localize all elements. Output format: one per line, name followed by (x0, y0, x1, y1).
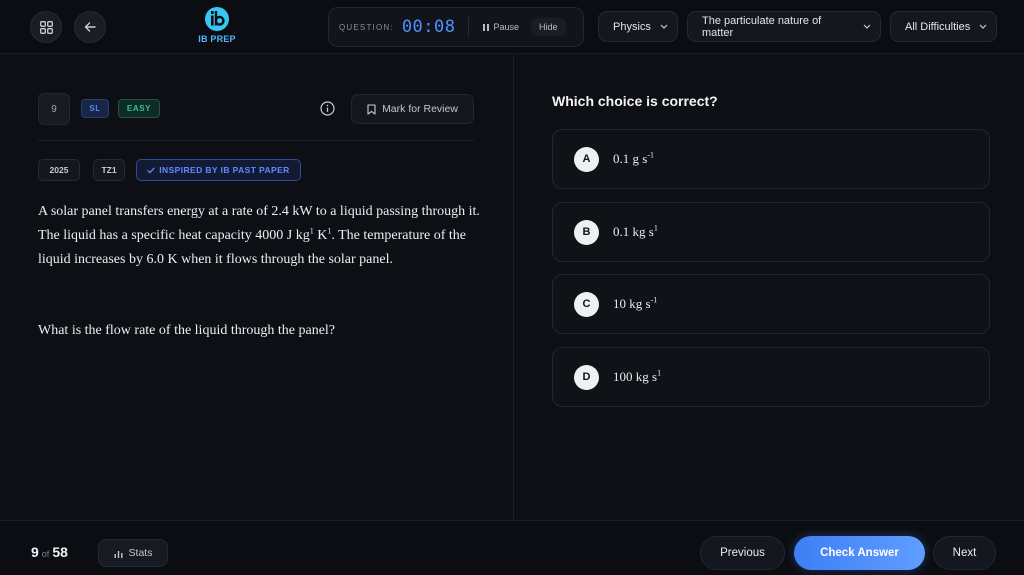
question-timer: QUESTION: 00:08 Pause Hide (328, 7, 584, 47)
next-button[interactable]: Next (933, 536, 996, 570)
question-number: 9 (38, 93, 70, 125)
level-badge: SL (81, 99, 109, 118)
choice-exponent: -1 (650, 295, 658, 305)
choice-letter: C (574, 291, 599, 317)
previous-button[interactable]: Previous (700, 536, 785, 570)
stem-text: K (313, 228, 328, 243)
progress-current: 9 (31, 544, 39, 560)
chevron-down-icon (979, 24, 987, 29)
grid-icon (39, 20, 53, 34)
stats-button[interactable]: Stats (98, 539, 168, 567)
choice-value: 0.1 g s (613, 151, 648, 166)
question-ask: What is the flow rate of the liquid thro… (38, 323, 336, 338)
subject-select[interactable]: Physics (598, 11, 678, 42)
back-button[interactable] (74, 11, 106, 43)
hide-label: Hide (539, 22, 558, 32)
chevron-down-icon (660, 24, 668, 29)
progress-total: 58 (52, 544, 68, 560)
stats-label: Stats (128, 547, 153, 559)
topic-select[interactable]: The particulate nature of matter (687, 11, 881, 42)
question-panel: 9 SL EASY Mark for Review 2025 TZ1 INSPI… (0, 55, 513, 520)
choice-text: 0.1 kg s1 (613, 224, 658, 240)
timezone-badge: TZ1 (93, 159, 125, 181)
bottom-bar: 9 of 58 Stats Previous Check Answer Next (0, 520, 1024, 575)
choice-a[interactable]: A 0.1 g s-1 (552, 129, 990, 189)
check-icon (147, 167, 155, 173)
choice-text: 100 kg s1 (613, 369, 661, 385)
year-badge: 2025 (38, 159, 80, 181)
chevron-down-icon (863, 24, 871, 29)
source-badge-label: INSPIRED BY IB PAST PAPER (159, 165, 290, 175)
check-answer-button[interactable]: Check Answer (794, 536, 925, 570)
mark-for-review-label: Mark for Review (382, 103, 458, 115)
progress-of: of (41, 549, 50, 559)
choice-b[interactable]: B 0.1 kg s1 (552, 202, 990, 262)
question-stem: A solar panel transfers energy at a rate… (38, 200, 488, 272)
choice-letter: D (574, 364, 599, 390)
grid-menu-button[interactable] (30, 11, 62, 43)
difficulty-badge: EASY (118, 99, 160, 118)
pause-button[interactable]: Pause (475, 18, 528, 36)
bar-chart-icon (114, 550, 123, 558)
choice-text: 10 kg s-1 (613, 296, 657, 312)
pause-label: Pause (493, 22, 520, 32)
choice-d[interactable]: D 100 kg s1 (552, 347, 990, 407)
timer-divider (467, 17, 469, 37)
arrow-left-icon (84, 22, 96, 32)
timer-label: QUESTION: (339, 22, 394, 32)
source-badge: INSPIRED BY IB PAST PAPER (136, 159, 301, 181)
answer-panel: Which choice is correct? A 0.1 g s-1 B 0… (514, 55, 1024, 520)
logo-mark-icon (205, 7, 229, 31)
difficulty-select[interactable]: All Difficulties (890, 11, 997, 42)
pause-icon (482, 23, 489, 31)
choice-letter: A (574, 146, 599, 172)
subject-value: Physics (613, 20, 651, 33)
mark-for-review-button[interactable]: Mark for Review (351, 94, 474, 124)
choice-text: 0.1 g s-1 (613, 151, 654, 167)
hide-timer-button[interactable]: Hide (531, 18, 566, 36)
info-button[interactable] (317, 98, 338, 119)
choice-value: 100 kg s (613, 369, 658, 384)
choice-c[interactable]: C 10 kg s-1 (552, 274, 990, 334)
timer-value: 00:08 (401, 17, 456, 37)
question-progress: 9 of 58 (31, 544, 68, 560)
choice-exponent: 1 (657, 368, 662, 378)
topic-value: The particulate nature of matter (702, 14, 822, 39)
bookmark-icon (367, 103, 376, 115)
choice-exponent: 1 (653, 223, 658, 233)
info-icon (320, 101, 335, 116)
difficulty-value: All Difficulties (905, 20, 971, 33)
choice-value: 0.1 kg s (613, 224, 654, 239)
choice-letter: B (574, 219, 599, 245)
choice-exponent: -1 (647, 150, 654, 160)
header-divider (38, 140, 474, 141)
logo-text: IB PREP (198, 34, 236, 44)
logo[interactable]: IB PREP (198, 7, 236, 44)
choice-value: 10 kg s (613, 296, 651, 311)
answer-prompt: Which choice is correct? (552, 93, 718, 109)
top-bar: IB PREP QUESTION: 00:08 Pause Hide Physi… (0, 0, 1024, 54)
